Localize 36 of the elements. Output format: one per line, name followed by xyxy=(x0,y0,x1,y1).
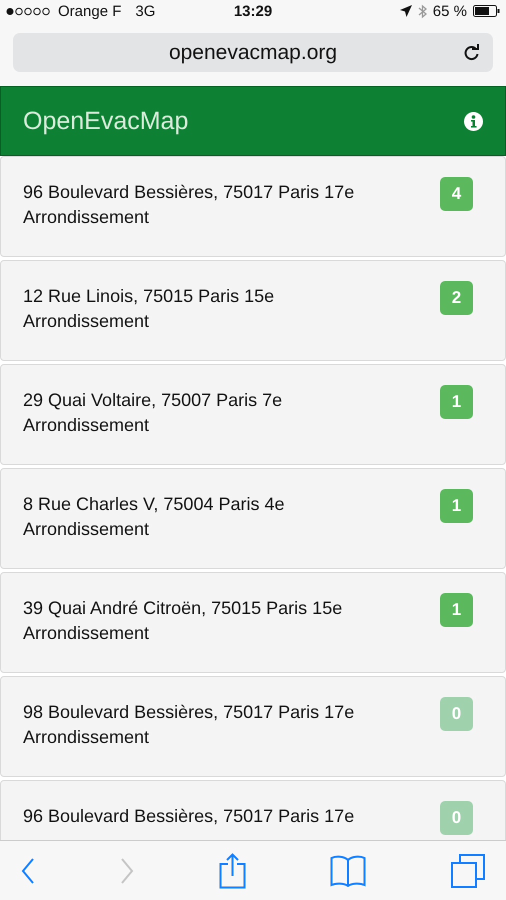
book-icon[interactable] xyxy=(330,854,366,886)
address-text: 96 Boulevard Bessières, 75017 Paris 17e Arrondissement xyxy=(23,181,356,229)
battery-icon xyxy=(473,5,500,17)
count-badge: 4 xyxy=(440,177,473,211)
address-text: 29 Quai Voltaire, 75007 Paris 7e Arrondissement xyxy=(23,389,284,437)
battery-percent: 65 % xyxy=(432,2,467,20)
address-item[interactable]: 39 Quai André Citroën, 75015 Paris 15e Arrondissement 1 xyxy=(0,572,506,673)
share-icon[interactable] xyxy=(218,852,246,888)
count-badge: 0 xyxy=(440,697,473,731)
bluetooth-icon xyxy=(418,4,427,18)
back-icon[interactable] xyxy=(21,858,35,884)
address-item[interactable]: 96 Boulevard Bessières, 75017 Paris 17e 0 xyxy=(0,780,506,840)
count-badge: 1 xyxy=(440,593,473,627)
address-bar[interactable]: openevacmap.org xyxy=(13,33,493,72)
carrier-name: Orange F xyxy=(58,2,122,20)
address-item[interactable]: 29 Quai Voltaire, 75007 Paris 7e Arrondissement 1 xyxy=(0,364,506,465)
info-icon[interactable] xyxy=(464,112,483,130)
address-item[interactable]: 96 Boulevard Bessières, 75017 Paris 17e Arrondissement 4 xyxy=(0,156,506,257)
location-arrow-icon xyxy=(400,5,412,17)
address-item[interactable]: 12 Rue Linois, 75015 Paris 15e Arrondissement 2 xyxy=(0,260,506,361)
address-text: 8 Rue Charles V, 75004 Paris 4e Arrondissement xyxy=(23,493,286,541)
count-badge: 2 xyxy=(440,281,473,315)
address-item[interactable]: 8 Rue Charles V, 75004 Paris 4e Arrondissement 1 xyxy=(0,468,506,569)
tabs-icon[interactable] xyxy=(451,854,485,888)
reload-icon[interactable] xyxy=(463,43,481,62)
address-text: 98 Boulevard Bessières, 75017 Paris 17e Arrondissement xyxy=(23,701,356,749)
address-text: 96 Boulevard Bessières, 75017 Paris 17e xyxy=(23,805,356,828)
address-text: 12 Rue Linois, 75015 Paris 15e Arrondissement xyxy=(23,285,276,333)
count-badge: 0 xyxy=(440,801,473,835)
count-badge: 1 xyxy=(440,489,473,523)
network-type: 3G xyxy=(135,2,156,20)
clock-time: 13:29 xyxy=(234,2,272,20)
address-item[interactable]: 98 Boulevard Bessières, 75017 Paris 17e Arrondissement 0 xyxy=(0,676,506,777)
signal-icon xyxy=(6,6,52,16)
count-badge: 1 xyxy=(440,385,473,419)
address-text: 39 Quai André Citroën, 75015 Paris 15e Arrondissement xyxy=(23,597,344,645)
